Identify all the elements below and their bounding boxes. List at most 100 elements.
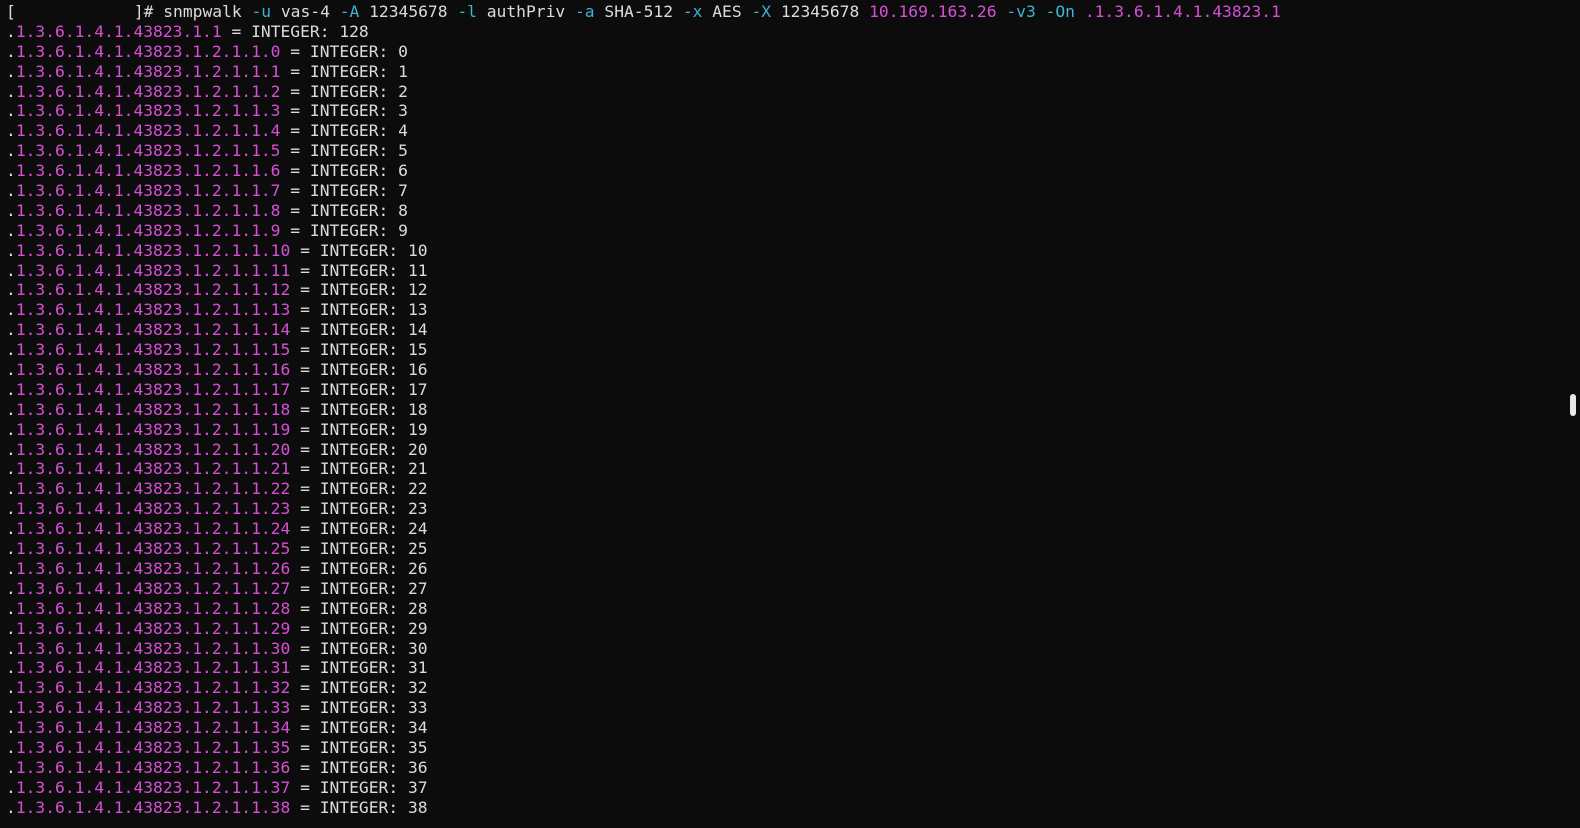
oid-leading-dot: .	[6, 678, 16, 698]
value-type: INTEGER	[319, 678, 389, 698]
oid: 1.3.6.1.4.1.43823.1.2.1.1.24	[15, 519, 291, 539]
equals-sign: =	[290, 399, 320, 419]
equals-sign: =	[290, 777, 320, 797]
prompt-bracket-open: [	[6, 2, 16, 21]
equals-sign: =	[290, 558, 320, 578]
value: 24	[407, 519, 428, 539]
scrollbar-thumb[interactable]	[1570, 394, 1576, 416]
oid: 1.3.6.1.4.1.43823.1.2.1.1.5	[15, 141, 281, 161]
output-row: .1.3.6.1.4.1.43823.1.2.1.1.21 = INTEGER:…	[6, 459, 1548, 479]
oid-leading-dot: .	[6, 777, 16, 797]
prompt-bracket-close: ]#	[133, 2, 154, 21]
value: 15	[407, 340, 428, 360]
command-flag: -u	[251, 2, 272, 21]
equals-sign: =	[290, 658, 320, 678]
equals-sign: =	[290, 578, 320, 598]
oid: 1.3.6.1.4.1.43823.1.2.1.1.12	[15, 280, 291, 300]
type-separator: :	[378, 141, 399, 161]
value: 10	[407, 240, 428, 260]
value: 3	[398, 101, 408, 121]
value: 33	[407, 698, 428, 718]
terminal-window[interactable]: []# snmpwalk -u vas-4 -A 12345678 -l aut…	[0, 0, 1548, 828]
oid: 1.3.6.1.4.1.43823.1.2.1.1.16	[15, 360, 291, 380]
output-row: .1.3.6.1.4.1.43823.1.2.1.1.0 = INTEGER: …	[6, 42, 1548, 62]
output-row: .1.3.6.1.4.1.43823.1.2.1.1.26 = INTEGER:…	[6, 559, 1548, 579]
equals-sign: =	[290, 678, 320, 698]
output-row: .1.3.6.1.4.1.43823.1.2.1.1.30 = INTEGER:…	[6, 639, 1548, 659]
command-arg	[242, 2, 252, 21]
equals-sign: =	[290, 439, 320, 459]
value-type: INTEGER	[309, 41, 379, 61]
command-arg: vas-4	[271, 2, 340, 21]
oid-leading-dot: .	[6, 200, 16, 220]
oid: 1.3.6.1.4.1.43823.1.2.1.1.9	[15, 220, 281, 240]
equals-sign: =	[290, 519, 320, 539]
output-row: .1.3.6.1.4.1.43823.1.2.1.1.4 = INTEGER: …	[6, 121, 1548, 141]
oid-leading-dot: .	[6, 320, 16, 340]
oid: 1.3.6.1.4.1.43823.1.2.1.1.38	[15, 797, 291, 817]
type-separator: :	[388, 439, 408, 459]
equals-sign: =	[280, 141, 310, 161]
value-type: INTEGER	[319, 718, 389, 738]
oid: 1.3.6.1.4.1.43823.1.2.1.1.8	[15, 200, 281, 220]
value-type: INTEGER	[319, 757, 389, 777]
equals-sign: =	[290, 638, 320, 658]
oid: 1.3.6.1.4.1.43823.1.2.1.1.28	[15, 598, 291, 618]
value-type: INTEGER	[319, 618, 389, 638]
value: 25	[407, 539, 428, 559]
command-flag: -A	[339, 2, 360, 21]
value: 30	[407, 638, 428, 658]
oid-leading-dot: .	[6, 101, 16, 121]
value: 32	[407, 678, 428, 698]
value-type: INTEGER	[319, 777, 389, 797]
equals-sign: =	[280, 41, 310, 61]
value-type: INTEGER	[309, 220, 379, 240]
oid: 1.3.6.1.4.1.43823.1.2.1.1.4	[15, 121, 281, 141]
oid-leading-dot: .	[6, 797, 16, 817]
type-separator: :	[388, 678, 408, 698]
value-type: INTEGER	[319, 280, 389, 300]
type-separator: :	[388, 698, 408, 718]
equals-sign: =	[290, 737, 320, 757]
command-arg	[1036, 2, 1046, 21]
oid-leading-dot: .	[6, 121, 16, 141]
type-separator: :	[388, 718, 408, 738]
oid-leading-dot: .	[6, 379, 16, 399]
oid-leading-dot: .	[6, 499, 16, 519]
value-type: INTEGER	[309, 141, 379, 161]
equals-sign: =	[280, 81, 310, 101]
output-row: .1.3.6.1.4.1.43823.1.2.1.1.20 = INTEGER:…	[6, 440, 1548, 460]
output-row: .1.3.6.1.4.1.43823.1.2.1.1.3 = INTEGER: …	[6, 101, 1548, 121]
value: 19	[407, 419, 428, 439]
vertical-scrollbar[interactable]	[1548, 0, 1580, 828]
oid: 1.3.6.1.4.1.43823.1.2.1.1.32	[15, 678, 291, 698]
type-separator: :	[388, 240, 408, 260]
oid: 1.3.6.1.4.1.43823.1.2.1.1.14	[15, 320, 291, 340]
type-separator: :	[388, 638, 408, 658]
output-row: .1.3.6.1.4.1.43823.1.2.1.1.5 = INTEGER: …	[6, 141, 1548, 161]
type-separator: :	[388, 539, 408, 559]
type-separator: :	[388, 419, 408, 439]
oid-leading-dot: .	[6, 260, 16, 280]
oid: 1.3.6.1.4.1.43823.1.2.1.1.19	[15, 419, 291, 439]
oid: 1.3.6.1.4.1.43823.1.2.1.1.1	[15, 61, 281, 81]
command-flag: -a	[574, 2, 595, 21]
output-row: .1.3.6.1.4.1.43823.1.2.1.1.32 = INTEGER:…	[6, 678, 1548, 698]
output-row: .1.3.6.1.4.1.43823.1.2.1.1.11 = INTEGER:…	[6, 261, 1548, 281]
value-type: INTEGER	[309, 101, 379, 121]
oid: 1.3.6.1.4.1.43823.1.2.1.1.29	[15, 618, 291, 638]
equals-sign: =	[290, 459, 320, 479]
value-type: INTEGER	[319, 578, 389, 598]
oid-leading-dot: .	[6, 757, 16, 777]
command-arg	[1075, 2, 1085, 21]
oid-leading-dot: .	[6, 161, 16, 181]
equals-sign: =	[280, 101, 310, 121]
value-type: INTEGER	[319, 499, 389, 519]
oid: 1.3.6.1.4.1.43823.1.2.1.1.2	[15, 81, 281, 101]
type-separator: :	[388, 379, 408, 399]
oid-leading-dot: .	[6, 81, 16, 101]
type-separator: :	[378, 161, 399, 181]
command-oid: .1.3.6.1.4.1.43823.1	[1084, 2, 1281, 21]
value: 6	[398, 161, 408, 181]
oid: 1.3.6.1.4.1.43823.1.2.1.1.7	[15, 181, 281, 201]
